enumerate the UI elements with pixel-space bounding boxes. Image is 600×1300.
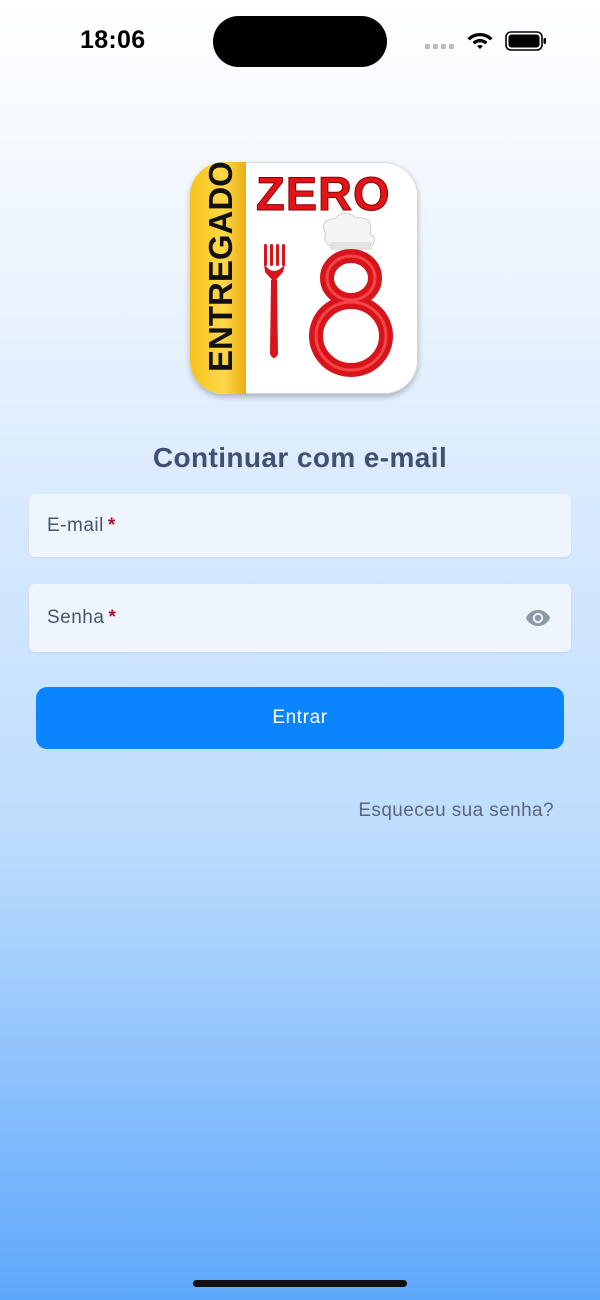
required-mark: * bbox=[108, 607, 117, 628]
battery-icon bbox=[505, 31, 546, 51]
home-indicator[interactable] bbox=[193, 1280, 407, 1287]
login-button[interactable]: Entrar bbox=[36, 687, 564, 749]
fork-icon bbox=[264, 244, 285, 358]
status-time: 18:06 bbox=[80, 26, 146, 54]
email-label: E-mail * bbox=[47, 515, 116, 536]
logo-side-text: ENTREGADOR bbox=[202, 162, 239, 372]
forgot-password-link[interactable]: Esqueceu sua senha? bbox=[358, 800, 554, 822]
logo-illustration bbox=[264, 212, 393, 377]
email-field[interactable]: E-mail * bbox=[29, 494, 571, 557]
app-logo: ENTREGADOR ZERO bbox=[190, 162, 418, 394]
chef-hat-icon bbox=[323, 212, 376, 250]
required-mark: * bbox=[107, 515, 116, 536]
password-field[interactable]: Senha * bbox=[29, 584, 571, 652]
password-label: Senha * bbox=[47, 607, 117, 628]
dynamic-island bbox=[213, 16, 387, 67]
cellular-signal-icon bbox=[425, 44, 454, 49]
wifi-icon bbox=[467, 33, 493, 49]
page-title: Continuar com e-mail bbox=[152, 442, 448, 473]
eye-icon[interactable] bbox=[525, 608, 551, 628]
